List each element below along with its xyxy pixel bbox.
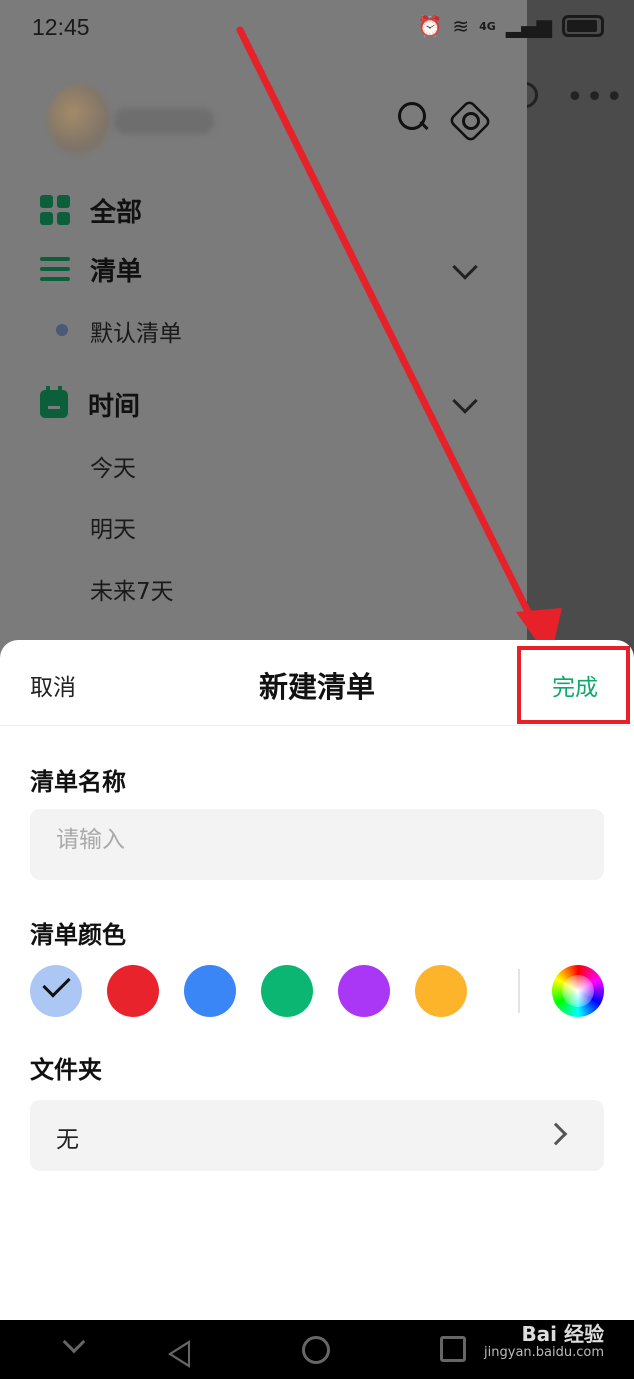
settings-icon[interactable] bbox=[450, 100, 486, 136]
folder-label: 文件夹 bbox=[30, 1056, 102, 1084]
done-highlight-box bbox=[517, 646, 630, 724]
drawer-item-time[interactable]: 时间 bbox=[40, 384, 140, 424]
color-swatch-red[interactable] bbox=[107, 965, 159, 1017]
battery-icon bbox=[562, 15, 604, 37]
list-icon bbox=[40, 257, 70, 281]
color-swatch-purple[interactable] bbox=[338, 965, 390, 1017]
network-type: 4G bbox=[479, 19, 496, 33]
home-icon[interactable] bbox=[302, 1336, 330, 1364]
new-list-sheet: 取消 新建清单 完成 清单名称 清单颜色 文件夹 无 bbox=[0, 640, 634, 1320]
list-name-field[interactable] bbox=[30, 809, 604, 880]
drawer-item-today[interactable]: 今天 bbox=[90, 449, 136, 483]
recents-icon[interactable] bbox=[440, 1336, 466, 1362]
watermark: Bai 经验 jingyan.baidu.com bbox=[484, 1322, 604, 1360]
wifi-icon: ≋ bbox=[452, 14, 470, 38]
color-picker bbox=[30, 965, 604, 1017]
watermark-brand: Bai 经验 bbox=[521, 1322, 604, 1346]
list-name-input[interactable] bbox=[56, 827, 576, 853]
side-drawer: 全部 清单 默认清单 时间 今天 明天 未来7天 bbox=[0, 0, 527, 700]
search-icon[interactable] bbox=[396, 100, 432, 136]
alarm-icon: ⏰ bbox=[417, 14, 443, 38]
color-swatch-light-blue[interactable] bbox=[30, 965, 82, 1017]
chevron-right-icon bbox=[544, 1122, 568, 1146]
hide-nav-icon[interactable] bbox=[62, 1330, 86, 1354]
watermark-url: jingyan.baidu.com bbox=[484, 1345, 604, 1360]
chevron-down-icon[interactable] bbox=[452, 388, 478, 414]
chevron-down-icon[interactable] bbox=[452, 254, 478, 280]
signal-icon: ▂▄▆ bbox=[505, 14, 552, 38]
folder-value: 无 bbox=[56, 1127, 79, 1153]
avatar[interactable] bbox=[48, 84, 110, 156]
list-color-label: 清单颜色 bbox=[30, 921, 126, 949]
drawer-item-all[interactable]: 全部 bbox=[40, 190, 142, 230]
drawer-item-tomorrow[interactable]: 明天 bbox=[90, 510, 136, 544]
drawer-item-label: 时间 bbox=[88, 391, 141, 422]
drawer-item-label: 清单 bbox=[90, 256, 143, 287]
drawer-item-default-list[interactable]: 默认清单 bbox=[90, 314, 182, 348]
custom-color-icon[interactable] bbox=[552, 965, 604, 1017]
list-name-label: 清单名称 bbox=[30, 768, 126, 796]
more-icon[interactable]: ••• bbox=[566, 80, 625, 115]
status-time: 12:45 bbox=[32, 14, 90, 40]
grid-icon bbox=[40, 195, 70, 225]
color-swatch-green[interactable] bbox=[261, 965, 313, 1017]
status-bar: 12:45 ⏰ ≋ 4G ▂▄▆ bbox=[0, 0, 634, 58]
drawer-item-next7[interactable]: 未来7天 bbox=[90, 572, 174, 606]
username-blurred bbox=[114, 108, 214, 134]
list-color-dot bbox=[56, 324, 68, 336]
calendar-icon bbox=[40, 386, 68, 418]
color-swatch-orange[interactable] bbox=[415, 965, 467, 1017]
drawer-item-label: 全部 bbox=[90, 197, 143, 228]
sheet-header: 取消 新建清单 完成 bbox=[0, 640, 634, 726]
drawer-item-lists[interactable]: 清单 bbox=[40, 249, 142, 289]
color-swatch-blue[interactable] bbox=[184, 965, 236, 1017]
back-icon[interactable] bbox=[168, 1340, 190, 1368]
system-nav-bar: Bai 经验 jingyan.baidu.com bbox=[0, 1320, 634, 1379]
folder-selector[interactable]: 无 bbox=[30, 1100, 604, 1171]
divider bbox=[518, 969, 520, 1013]
